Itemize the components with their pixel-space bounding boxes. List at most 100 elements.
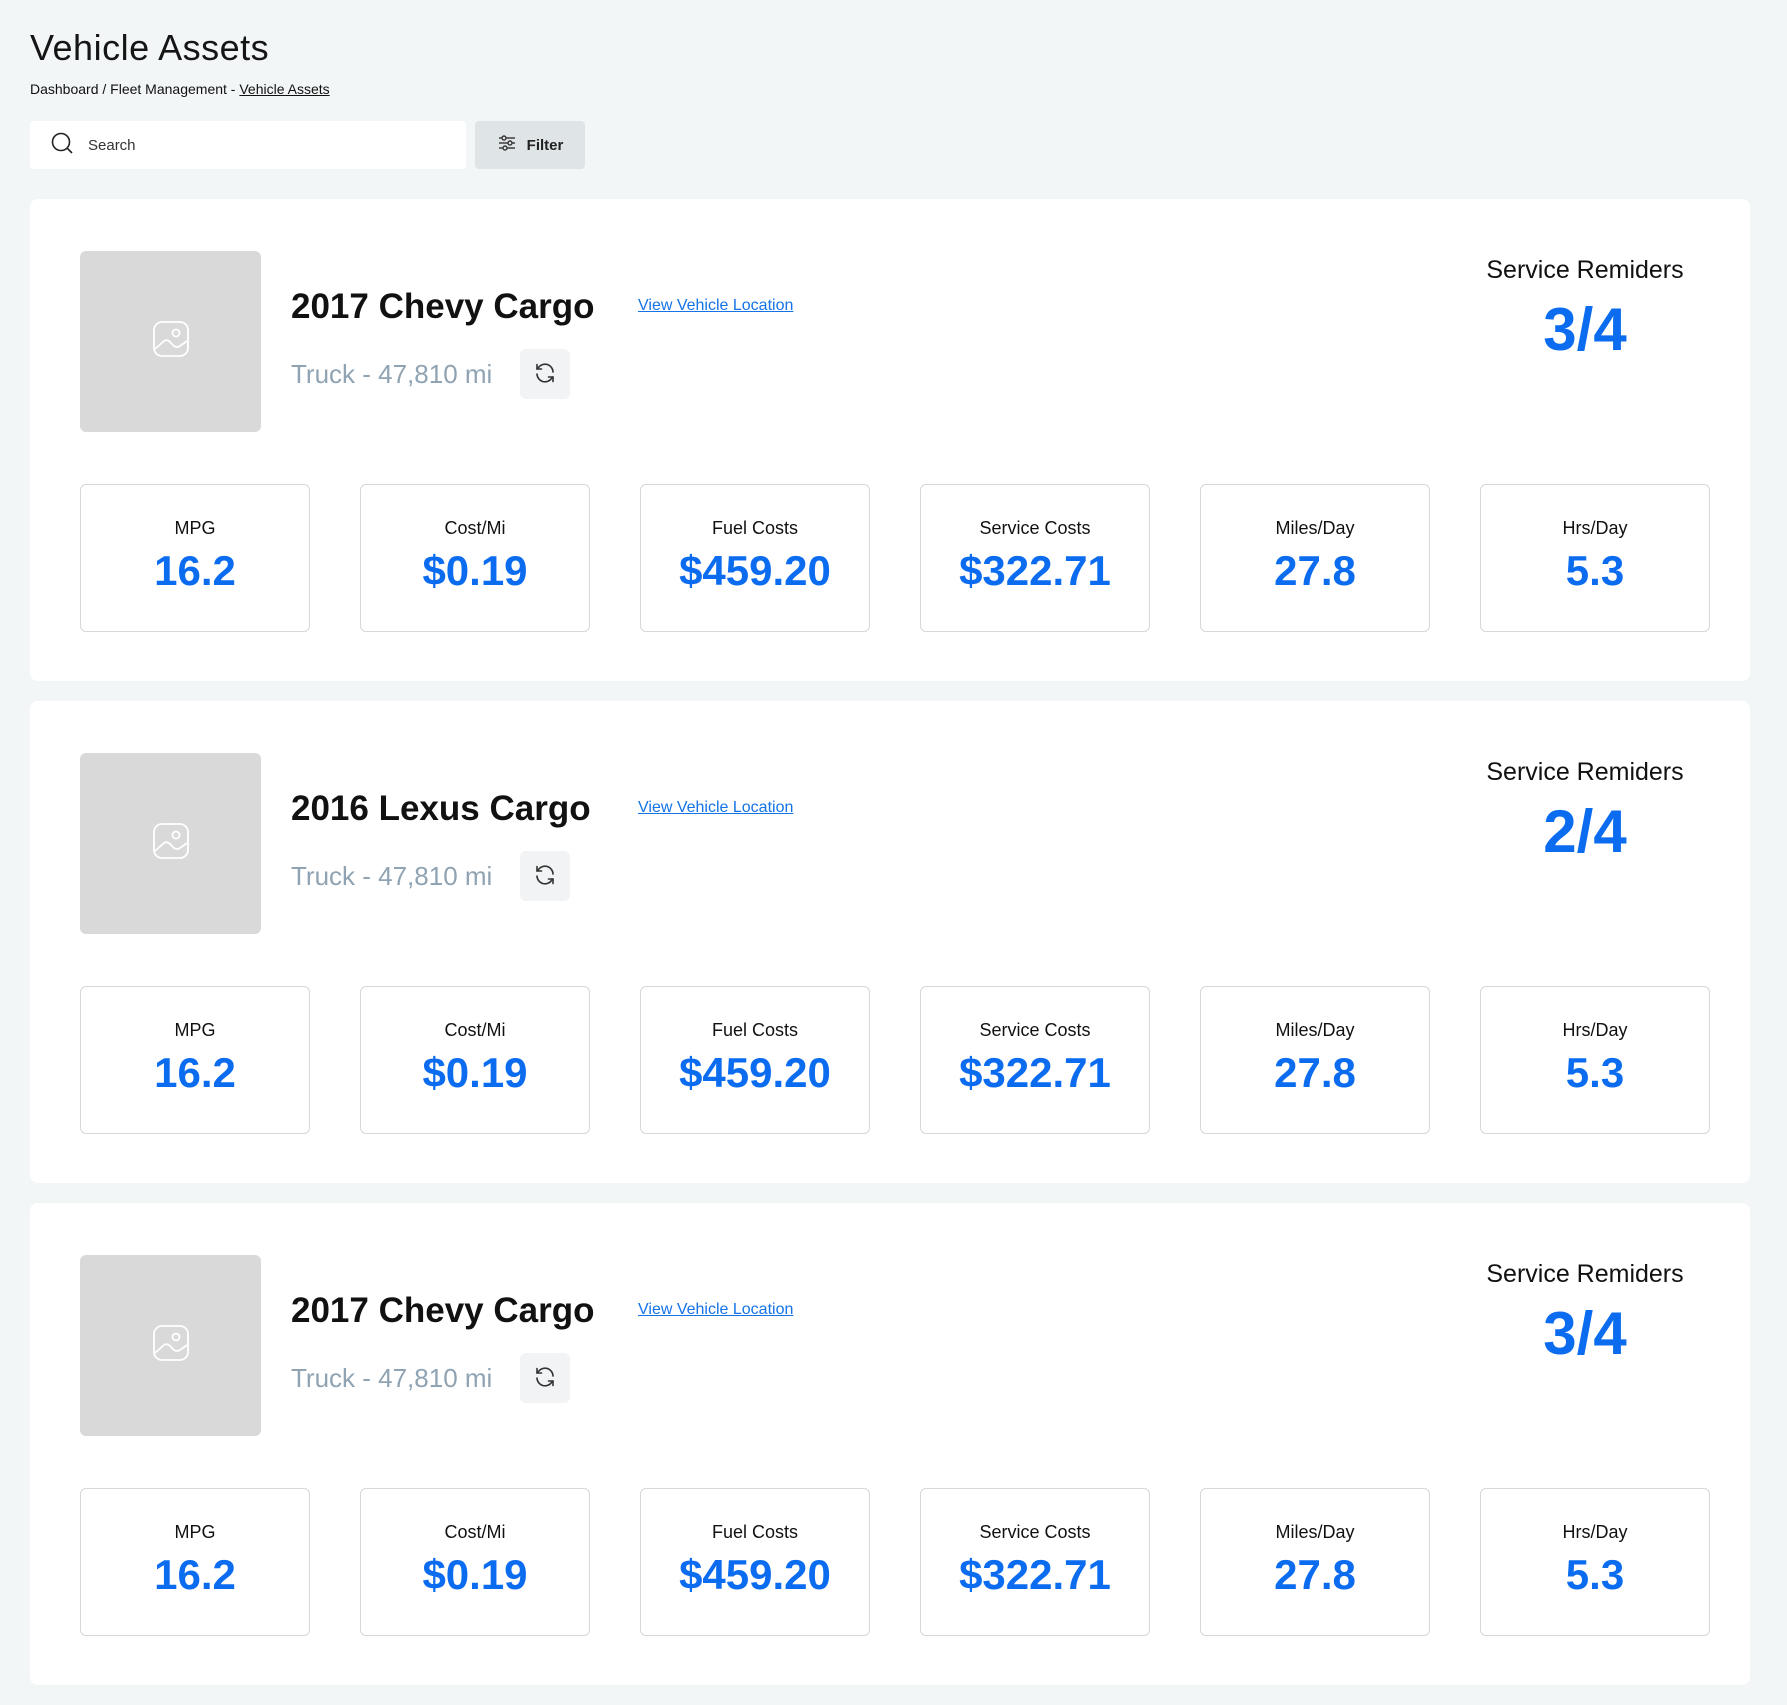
metric-miles-per-day: Miles/Day 27.8 [1200, 484, 1430, 632]
metric-label: Hrs/Day [1562, 518, 1628, 538]
search-box[interactable] [30, 121, 466, 169]
view-vehicle-location-link[interactable]: View Vehicle Location [638, 798, 793, 818]
service-reminders-label: Service Remiders [1486, 256, 1684, 284]
view-vehicle-location-link[interactable]: View Vehicle Location [638, 296, 793, 316]
metric-mpg: MPG 16.2 [80, 1488, 310, 1636]
metric-value: 27.8 [1274, 1049, 1356, 1096]
metric-value: 16.2 [154, 1551, 236, 1598]
metric-value: 16.2 [154, 1049, 236, 1096]
image-icon [151, 1323, 191, 1368]
metric-value: $322.71 [959, 1049, 1111, 1096]
metric-label: Miles/Day [1275, 1522, 1355, 1542]
breadcrumb-fleet-management[interactable]: Fleet Management [110, 81, 227, 97]
metric-value: 5.3 [1565, 1049, 1625, 1096]
metric-value: $0.19 [422, 1551, 528, 1598]
metrics-row: MPG 16.2 Cost/Mi $0.19 Fuel Costs $459.2… [80, 1488, 1710, 1636]
metric-label: Service Costs [979, 1020, 1091, 1040]
metric-label: Fuel Costs [711, 518, 799, 538]
refresh-icon [533, 863, 557, 890]
metric-value: $322.71 [959, 1551, 1111, 1598]
metric-value: $322.71 [959, 547, 1111, 594]
metrics-row: MPG 16.2 Cost/Mi $0.19 Fuel Costs $459.2… [80, 484, 1710, 632]
vehicle-list: 2017 Chevy Cargo View Vehicle Location T… [30, 199, 1750, 1685]
metric-hours-per-day: Hrs/Day 5.3 [1480, 986, 1710, 1134]
breadcrumb-separator: / [98, 81, 111, 97]
refresh-button[interactable] [520, 851, 570, 901]
metric-fuel-costs: Fuel Costs $459.20 [640, 1488, 870, 1636]
refresh-icon [533, 361, 557, 388]
vehicle-image-placeholder [80, 753, 261, 934]
metric-fuel-costs: Fuel Costs $459.20 [640, 484, 870, 632]
vehicle-name: 2017 Chevy Cargo [291, 287, 595, 326]
metric-value: 5.3 [1565, 547, 1625, 594]
metric-label: Cost/Mi [444, 1020, 506, 1040]
metric-label: MPG [174, 1020, 216, 1040]
service-reminders-value: 3/4 [1543, 1300, 1627, 1367]
metric-cost-per-mile: Cost/Mi $0.19 [360, 1488, 590, 1636]
search-icon [50, 131, 74, 160]
vehicle-type-mileage: Truck - 47,810 mi [291, 861, 493, 891]
vehicle-name: 2016 Lexus Cargo [291, 789, 591, 828]
metric-cost-per-mile: Cost/Mi $0.19 [360, 986, 590, 1134]
breadcrumb-dashboard[interactable]: Dashboard [30, 81, 99, 97]
sliders-icon [497, 133, 517, 157]
breadcrumb-vehicle-assets[interactable]: Vehicle Assets [239, 81, 329, 97]
metric-fuel-costs: Fuel Costs $459.20 [640, 986, 870, 1134]
metric-value: 27.8 [1274, 547, 1356, 594]
metric-mpg: MPG 16.2 [80, 484, 310, 632]
refresh-icon [533, 1365, 557, 1392]
search-input[interactable] [86, 135, 450, 155]
service-reminders: Service Remiders 2/4 [1470, 757, 1700, 865]
metric-label: MPG [174, 518, 216, 538]
metric-label: Service Costs [979, 1522, 1091, 1542]
metric-service-costs: Service Costs $322.71 [920, 986, 1150, 1134]
page: Vehicle Assets Dashboard / Fleet Managem… [30, 0, 1750, 1705]
breadcrumb-separator: - [226, 81, 240, 97]
service-reminders-label: Service Remiders [1486, 758, 1684, 786]
metric-value: $459.20 [679, 1049, 831, 1096]
vehicle-name: 2017 Chevy Cargo [291, 1291, 595, 1330]
metric-label: Miles/Day [1275, 518, 1355, 538]
metric-value: $459.20 [679, 547, 831, 594]
metric-value: 27.8 [1274, 1551, 1356, 1598]
service-reminders-value: 2/4 [1543, 798, 1627, 865]
metric-label: Miles/Day [1275, 1020, 1355, 1040]
metric-label: Hrs/Day [1562, 1020, 1628, 1040]
metrics-row: MPG 16.2 Cost/Mi $0.19 Fuel Costs $459.2… [80, 986, 1710, 1134]
metric-miles-per-day: Miles/Day 27.8 [1200, 986, 1430, 1134]
metric-label: Service Costs [979, 518, 1091, 538]
metric-value: $0.19 [422, 547, 528, 594]
vehicle-card[interactable]: 2017 Chevy Cargo View Vehicle Location T… [30, 199, 1750, 681]
metric-label: Cost/Mi [444, 1522, 506, 1542]
filter-label: Filter [526, 136, 564, 154]
image-icon [151, 319, 191, 364]
page-title: Vehicle Assets [30, 27, 270, 68]
metric-service-costs: Service Costs $322.71 [920, 484, 1150, 632]
metric-miles-per-day: Miles/Day 27.8 [1200, 1488, 1430, 1636]
metric-value: $0.19 [422, 1049, 528, 1096]
image-icon [151, 821, 191, 866]
service-reminders: Service Remiders 3/4 [1470, 1259, 1700, 1367]
refresh-button[interactable] [520, 1353, 570, 1403]
vehicle-type-mileage: Truck - 47,810 mi [291, 1363, 493, 1393]
filter-button[interactable]: Filter [475, 121, 585, 169]
vehicle-card[interactable]: 2017 Chevy Cargo View Vehicle Location T… [30, 1203, 1750, 1685]
metric-label: Fuel Costs [711, 1020, 799, 1040]
metric-value: $459.20 [679, 1551, 831, 1598]
metric-cost-per-mile: Cost/Mi $0.19 [360, 484, 590, 632]
metric-label: MPG [174, 1522, 216, 1542]
metric-mpg: MPG 16.2 [80, 986, 310, 1134]
metric-hours-per-day: Hrs/Day 5.3 [1480, 1488, 1710, 1636]
service-reminders-value: 3/4 [1543, 296, 1627, 363]
metric-value: 5.3 [1565, 1551, 1625, 1598]
refresh-button[interactable] [520, 349, 570, 399]
vehicle-image-placeholder [80, 251, 261, 432]
metric-hours-per-day: Hrs/Day 5.3 [1480, 484, 1710, 632]
metric-service-costs: Service Costs $322.71 [920, 1488, 1150, 1636]
vehicle-card[interactable]: 2016 Lexus Cargo View Vehicle Location T… [30, 701, 1750, 1183]
toolbar: Filter [30, 121, 1750, 169]
metric-label: Fuel Costs [711, 1522, 799, 1542]
vehicle-type-mileage: Truck - 47,810 mi [291, 359, 493, 389]
view-vehicle-location-link[interactable]: View Vehicle Location [638, 1300, 793, 1320]
metric-value: 16.2 [154, 547, 236, 594]
